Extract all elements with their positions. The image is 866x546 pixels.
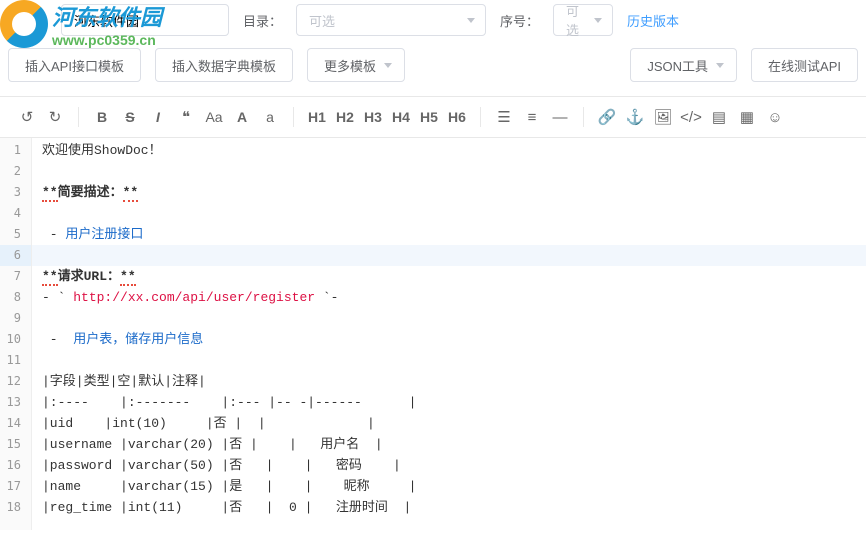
h4-button[interactable]: H4: [388, 103, 414, 131]
separator: [583, 107, 584, 127]
seq-placeholder: 可选: [566, 1, 588, 39]
italic-icon[interactable]: I: [145, 103, 171, 131]
strike-icon[interactable]: S: [117, 103, 143, 131]
seq-select[interactable]: 可选: [553, 4, 613, 36]
bold-icon[interactable]: B: [89, 103, 115, 131]
line-gutter: 123456789101112131415161718: [0, 138, 32, 530]
hr-icon[interactable]: —: [547, 103, 573, 131]
ul-icon[interactable]: ☰: [491, 103, 517, 131]
codeblock-icon[interactable]: ▤: [706, 103, 732, 131]
seq-label: 序号：: [500, 11, 539, 30]
button-row: 插入API接口模板 插入数据字典模板 更多模板 JSON工具 在线测试API: [0, 40, 866, 96]
dict-template-button[interactable]: 插入数据字典模板: [155, 48, 293, 82]
header-row: 标题： 目录： 可选 序号： 可选 历史版本: [0, 0, 866, 40]
code-editor[interactable]: 123456789101112131415161718 欢迎使用ShowDoc！…: [0, 138, 866, 530]
json-tool-button[interactable]: JSON工具: [630, 48, 737, 82]
title-input[interactable]: [61, 4, 229, 36]
undo-icon[interactable]: ↺: [14, 103, 40, 131]
h5-button[interactable]: H5: [416, 103, 442, 131]
dir-placeholder: 可选: [309, 11, 335, 30]
h3-button[interactable]: H3: [360, 103, 386, 131]
table-icon[interactable]: ▦: [734, 103, 760, 131]
h6-button[interactable]: H6: [444, 103, 470, 131]
lowercase-icon[interactable]: a: [257, 103, 283, 131]
link-icon[interactable]: 🔗: [594, 103, 620, 131]
separator: [480, 107, 481, 127]
api-template-button[interactable]: 插入API接口模板: [8, 48, 141, 82]
more-template-button[interactable]: 更多模板: [307, 48, 405, 82]
title-label: 标题：: [8, 11, 47, 30]
font-case-icon[interactable]: Aa: [201, 103, 227, 131]
test-api-button[interactable]: 在线测试API: [751, 48, 858, 82]
dir-label: 目录：: [243, 11, 282, 30]
font-a-icon[interactable]: A: [229, 103, 255, 131]
history-link[interactable]: 历史版本: [627, 11, 679, 30]
quote-icon[interactable]: ❝: [173, 103, 199, 131]
ol-icon[interactable]: ≡: [519, 103, 545, 131]
anchor-icon[interactable]: ⚓: [622, 103, 648, 131]
h2-button[interactable]: H2: [332, 103, 358, 131]
emoji-icon[interactable]: ☺: [762, 103, 788, 131]
editor-toolbar: ↺ ↻ B S I ❝ Aa A a H1 H2 H3 H4 H5 H6 ☰ ≡…: [0, 96, 866, 138]
code-area[interactable]: 欢迎使用ShowDoc！**简要描述：** - 用户注册接口**请求URL：**…: [32, 138, 866, 530]
dir-select[interactable]: 可选: [296, 4, 486, 36]
separator: [78, 107, 79, 127]
code-icon[interactable]: </>: [678, 103, 704, 131]
separator: [293, 107, 294, 127]
h1-button[interactable]: H1: [304, 103, 330, 131]
image-icon[interactable]: 🖼: [650, 103, 676, 131]
redo-icon[interactable]: ↻: [42, 103, 68, 131]
